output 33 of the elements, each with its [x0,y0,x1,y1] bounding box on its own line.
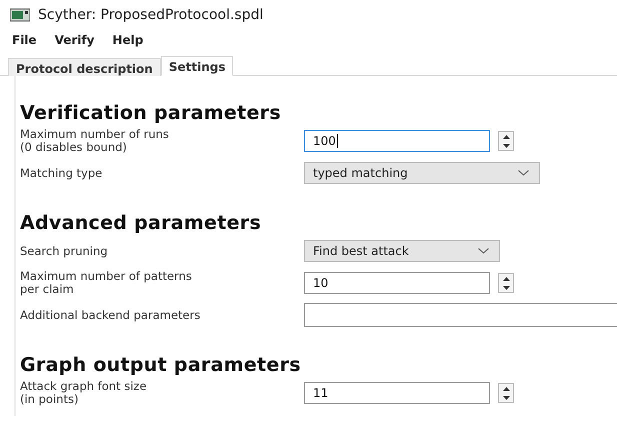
spin-buttons[interactable] [498,383,514,403]
text-field[interactable] [304,303,617,327]
tab[interactable]: Settings [160,56,234,76]
field-label: Additional backend parameters [20,308,202,322]
menu-item[interactable]: Help [112,33,144,47]
section-heading: Graph output parameters [20,354,302,376]
up-arrow-icon [502,276,510,280]
number-field[interactable]: 100 [304,130,490,152]
field-label: Maximum number of patterns per claim [20,270,193,296]
spin-buttons[interactable] [498,273,514,293]
window-title: Scyther: ProposedProtocool.spdl [38,7,264,23]
number-field[interactable]: 10 [304,272,490,294]
section-heading: Verification parameters [20,102,282,124]
down-arrow-icon [502,396,510,400]
menu-item[interactable]: Verify [54,33,94,47]
chevron-down-icon [478,248,489,254]
field-label: Maximum number of runs (0 disables bound) [20,128,170,154]
spin-buttons[interactable] [498,131,514,151]
down-arrow-icon [502,286,510,290]
field-label: Attack graph font size (in points) [20,380,148,406]
up-arrow-icon [502,134,510,138]
up-arrow-icon [502,386,510,390]
section-heading: Advanced parameters [20,212,262,234]
tab[interactable]: Protocol description [8,58,161,76]
field-label: Search pruning [20,244,109,258]
dropdown[interactable]: Find best attack [304,240,500,262]
menu-item[interactable]: File [12,33,37,47]
field-label: Matching type [20,166,104,180]
app-icon [10,8,30,22]
chevron-down-icon [518,170,529,176]
dropdown[interactable]: typed matching [304,162,540,184]
down-arrow-icon [502,144,510,148]
number-field[interactable]: 11 [304,382,490,404]
